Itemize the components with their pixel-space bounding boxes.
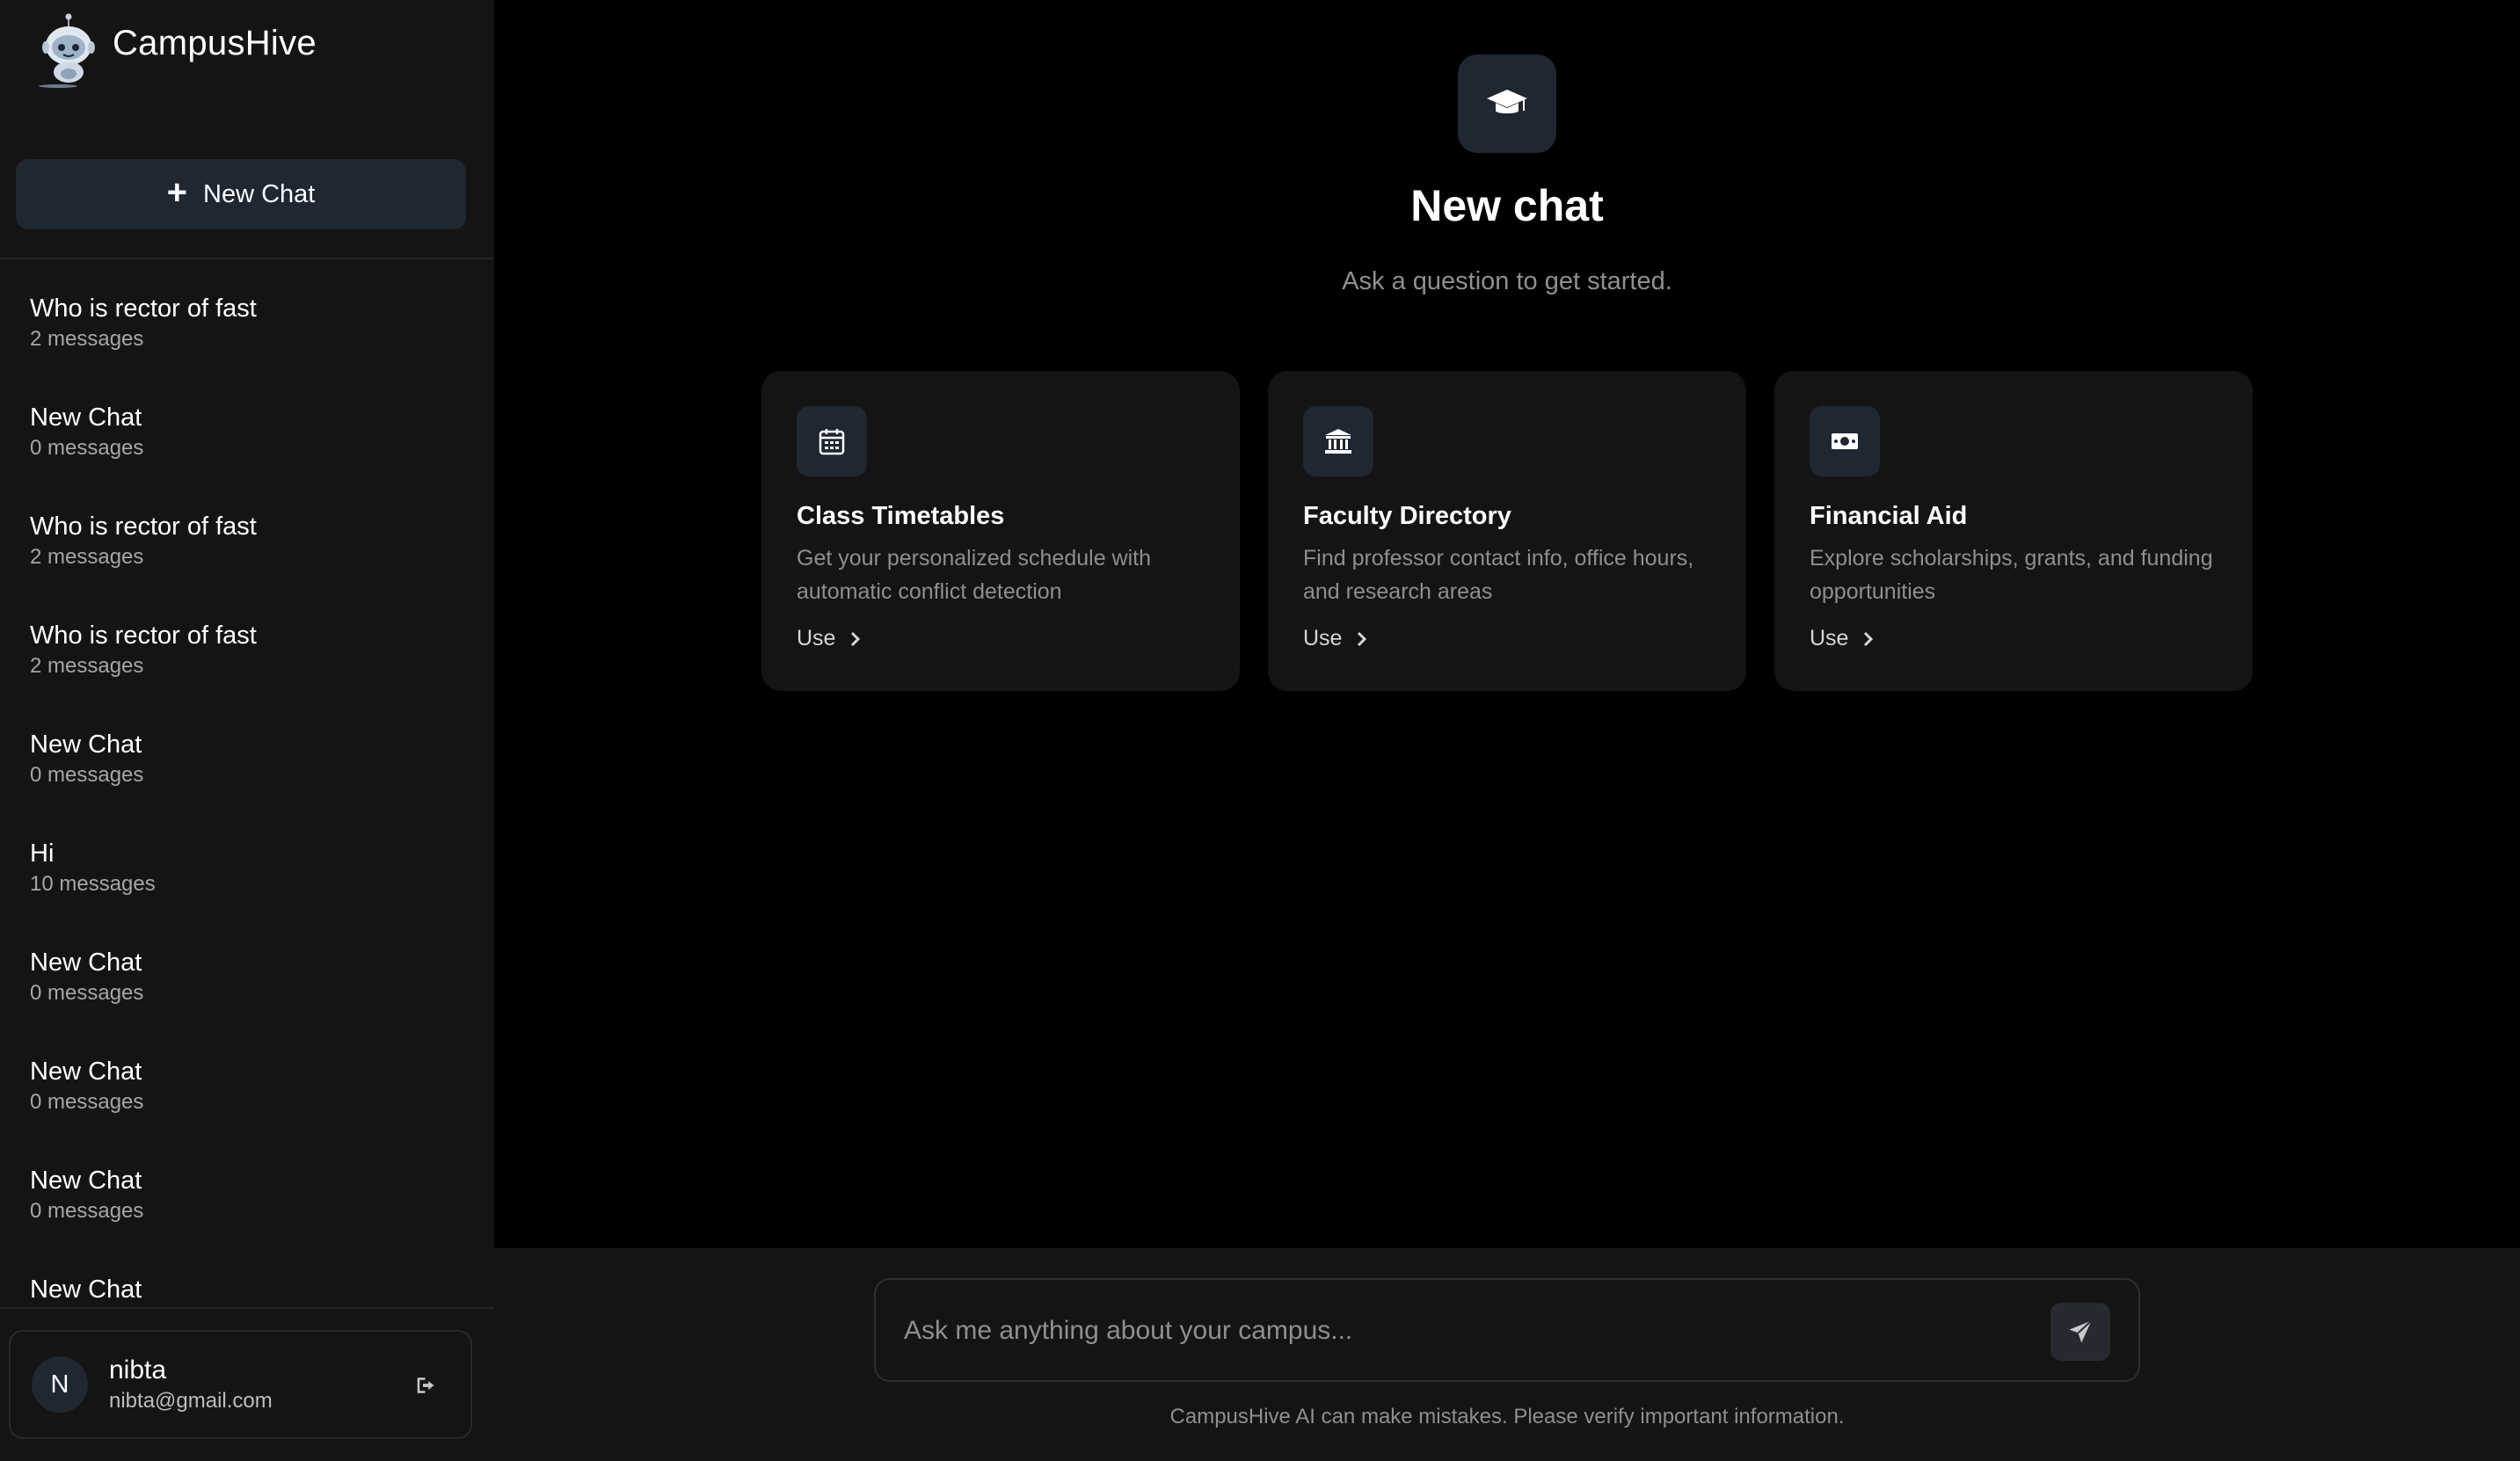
divider <box>0 258 494 259</box>
chat-history-item[interactable]: New Chat <box>0 1274 494 1305</box>
chat-history-list[interactable]: Who is rector of fast 2 messages New Cha… <box>0 293 494 1305</box>
chat-message-count: 0 messages <box>30 436 144 460</box>
card-title: Class Timetables <box>797 502 1005 530</box>
plus-icon: + <box>166 173 188 212</box>
chat-input[interactable] <box>904 1306 2012 1356</box>
chat-history-item[interactable]: Who is rector of fast 2 messages <box>0 511 494 620</box>
chat-title: New Chat <box>30 1058 142 1086</box>
card-title: Faculty Directory <box>1303 502 1511 530</box>
card-use-link[interactable]: Use <box>1810 626 1875 651</box>
chat-message-count: 0 messages <box>30 1090 144 1114</box>
chat-title: New Chat <box>30 1167 142 1195</box>
disclaimer: CampusHive AI can make mistakes. Please … <box>1169 1405 1845 1428</box>
chat-title: New Chat <box>30 949 142 977</box>
chevron-right-icon <box>851 631 861 646</box>
chevron-right-icon <box>1358 631 1367 646</box>
divider <box>0 1307 494 1309</box>
calendar-icon <box>797 406 867 476</box>
card-faculty-directory[interactable]: Faculty Directory Find professor contact… <box>1268 371 1746 691</box>
user-name: nibta <box>109 1356 167 1385</box>
user-info: nibta nibta@gmail.com <box>109 1354 273 1415</box>
card-description: Find professor contact info, office hour… <box>1303 546 1694 604</box>
card-description: Get your personalized schedule with auto… <box>797 546 1152 604</box>
send-icon <box>2069 1319 2093 1343</box>
chat-title: New Chat <box>30 730 142 759</box>
chat-history-item[interactable]: Who is rector of fast 2 messages <box>0 620 494 729</box>
avatar[interactable]: N <box>32 1356 88 1413</box>
card-use-link[interactable]: Use <box>797 626 862 651</box>
card-title: Financial Aid <box>1810 502 1968 530</box>
card-financial-aid[interactable]: Financial Aid Explore scholarships, gran… <box>1774 371 2253 691</box>
logout-icon[interactable] <box>414 1372 441 1399</box>
page-subtitle: Ask a question to get started. <box>1342 267 1672 295</box>
chat-message-count: 2 messages <box>30 654 144 678</box>
chat-history-item[interactable]: New Chat 0 messages <box>0 402 494 511</box>
robot-logo-icon <box>39 13 95 88</box>
card-use-label: Use <box>1303 626 1343 651</box>
new-chat-label: New Chat <box>203 179 316 208</box>
chat-title: Who is rector of fast <box>30 621 257 650</box>
chat-history-item[interactable]: Who is rector of fast 2 messages <box>0 293 494 402</box>
chat-title: Hi <box>30 840 55 868</box>
chat-title: Who is rector of fast <box>30 512 257 541</box>
chat-history-item[interactable]: New Chat 0 messages <box>0 729 494 838</box>
card-class-timetables[interactable]: Class Timetables Get your personalized s… <box>761 371 1240 691</box>
money-icon <box>1810 406 1880 476</box>
chevron-right-icon <box>1864 631 1874 646</box>
chat-message-count: 0 messages <box>30 763 144 787</box>
chat-title: New Chat <box>30 1276 142 1304</box>
brand[interactable]: CampusHive <box>33 11 317 90</box>
chat-input-box <box>874 1278 2140 1382</box>
graduation-cap-icon <box>1458 55 1556 153</box>
chat-message-count: 2 messages <box>30 327 144 351</box>
card-use-label: Use <box>797 626 836 651</box>
chat-history-item[interactable]: New Chat 0 messages <box>0 947 494 1056</box>
new-chat-button[interactable]: + New Chat <box>16 159 466 229</box>
card-use-link[interactable]: Use <box>1303 626 1368 651</box>
card-description: Explore scholarships, grants, and fundin… <box>1810 546 2213 604</box>
send-button[interactable] <box>2050 1303 2110 1361</box>
chat-message-count: 0 messages <box>30 981 144 1005</box>
user-profile-card: N nibta nibta@gmail.com <box>9 1330 472 1439</box>
chat-history-item[interactable]: New Chat 0 messages <box>0 1056 494 1165</box>
page-title: New chat <box>1410 181 1604 230</box>
sidebar: CampusHive + New Chat Who is rector of f… <box>0 0 494 1461</box>
chat-history-item[interactable]: Hi 10 messages <box>0 838 494 947</box>
chat-history-item[interactable]: New Chat 0 messages <box>0 1165 494 1274</box>
chat-title: Who is rector of fast <box>30 294 257 323</box>
user-email: nibta@gmail.com <box>109 1389 273 1413</box>
brand-name: CampusHive <box>113 23 317 62</box>
chat-message-count: 2 messages <box>30 545 144 569</box>
bank-icon <box>1303 406 1373 476</box>
chat-title: New Chat <box>30 403 142 432</box>
card-use-label: Use <box>1810 626 1849 651</box>
chat-message-count: 0 messages <box>30 1199 144 1223</box>
chat-message-count: 10 messages <box>30 872 156 896</box>
